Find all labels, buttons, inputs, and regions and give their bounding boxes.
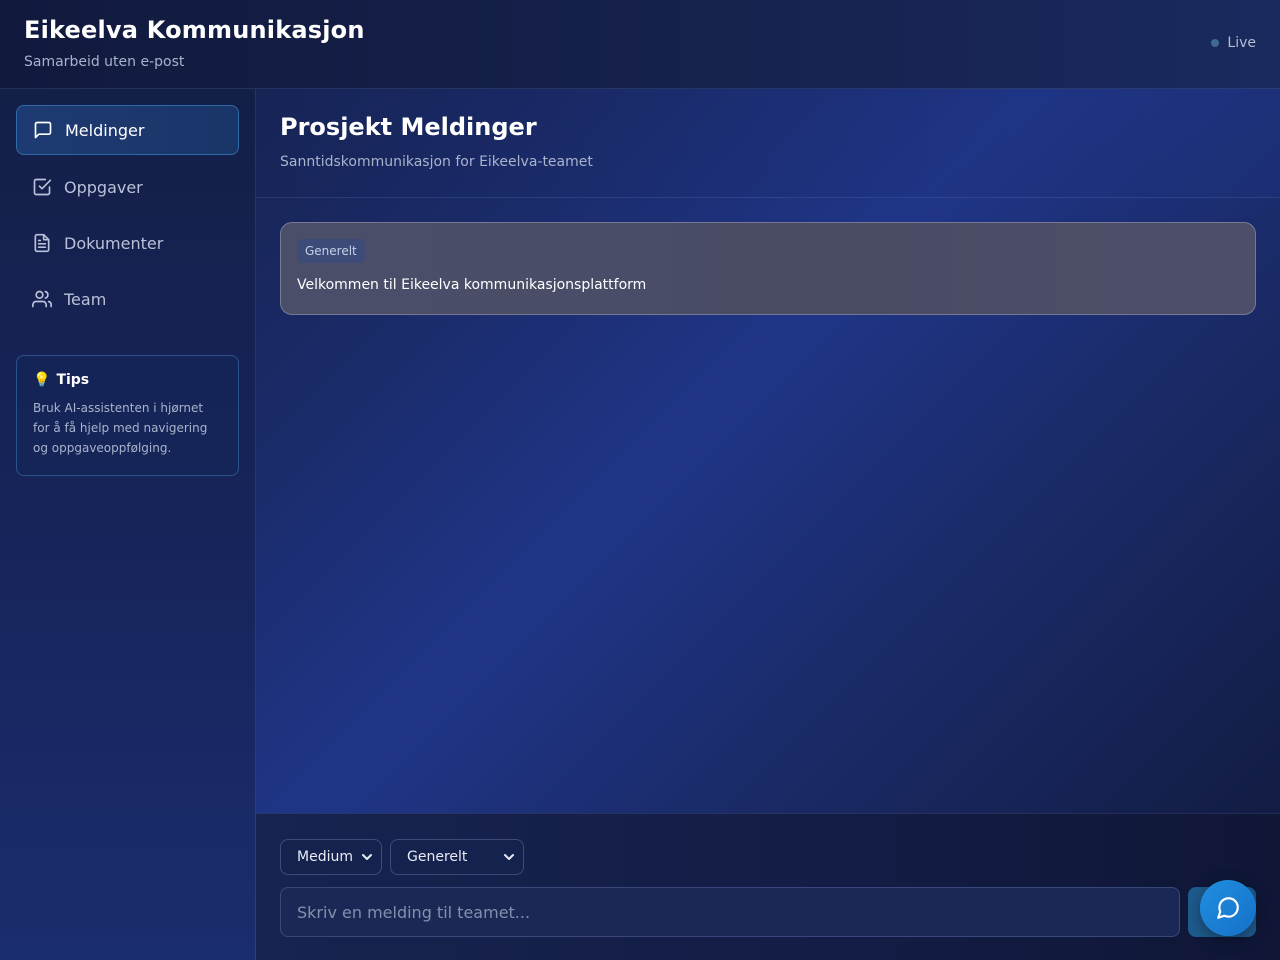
sidebar-item-label: Team [64,289,107,309]
sidebar-item-label: Meldinger [65,120,145,140]
sidebar: Meldinger Oppgaver Dokumenter Team 💡 Tip… [0,89,256,960]
chevron-down-icon [362,854,372,860]
message-input[interactable] [280,887,1180,937]
tips-heading: Tips [56,372,90,388]
check-square-icon [33,178,52,196]
page-subtitle: Sanntidskommunikasjon for Eikeelva-teame… [280,154,593,170]
channel-select[interactable]: Generelt [390,839,524,875]
live-dot-icon [1211,39,1220,47]
channel-select-value: Generelt [407,849,468,865]
app-subtitle: Samarbeid uten e-post [24,54,185,70]
sidebar-item-dokumenter[interactable]: Dokumenter [16,218,239,268]
sidebar-item-team[interactable]: Team [16,274,239,324]
chat-bubble-icon [1217,897,1239,919]
users-icon [32,290,52,308]
app-title: Eikeelva Kommunikasjon [24,16,365,44]
tips-text: Bruk AI-assistenten i hjørnet for å få h… [33,401,208,455]
tips-title: 💡 Tips [33,372,222,388]
sidebar-item-oppgaver[interactable]: Oppgaver [16,162,239,212]
message-channel-badge: Generelt [297,239,365,263]
ai-assistant-button[interactable] [1200,880,1256,936]
sidebar-item-meldinger[interactable]: Meldinger [16,105,239,155]
message-card: Generelt Velkommen til Eikeelva kommunik… [280,222,1256,315]
message-composer: Medium Generelt [256,813,1280,960]
priority-select-value: Medium [297,849,353,865]
app-header: Eikeelva Kommunikasjon Samarbeid uten e-… [0,0,1280,89]
message-text: Velkommen til Eikeelva kommunikasjonspla… [297,277,647,293]
sidebar-item-label: Oppgaver [64,177,143,197]
live-status: Live [1211,35,1256,51]
main-header: Prosjekt Meldinger Sanntidskommunikasjon… [256,89,1280,198]
tips-panel: 💡 Tips Bruk AI-assistenten i hjørnet for… [16,355,239,476]
live-label: Live [1227,35,1256,51]
priority-select[interactable]: Medium [280,839,382,875]
sidebar-item-label: Dokumenter [64,233,164,253]
chevron-down-icon [504,854,514,860]
page-title: Prosjekt Meldinger [280,113,537,141]
lightbulb-icon: 💡 [33,372,51,388]
file-text-icon [34,233,50,253]
message-square-icon [34,121,52,139]
